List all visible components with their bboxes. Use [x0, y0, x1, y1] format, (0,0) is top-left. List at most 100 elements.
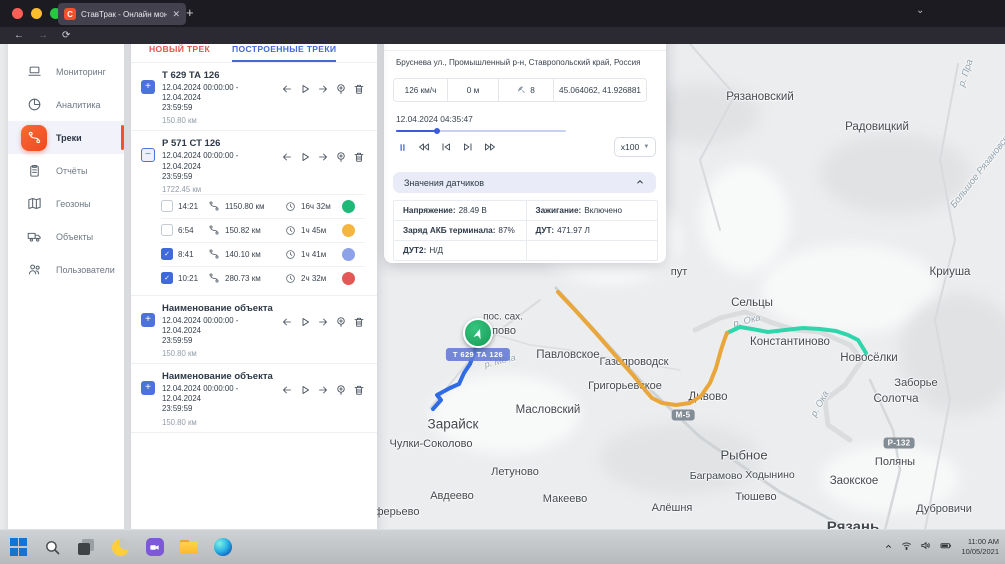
delete-track-button[interactable]: [353, 83, 365, 125]
fast-forward-icon[interactable]: [484, 140, 496, 158]
go-track-start-button[interactable]: [281, 316, 293, 358]
back-icon[interactable]: ←: [14, 30, 24, 41]
focus-track-button[interactable]: [335, 384, 347, 426]
close-window-button[interactable]: [12, 8, 23, 19]
play-track-button[interactable]: [299, 151, 311, 193]
go-track-end-button[interactable]: [317, 83, 329, 125]
go-track-start-button[interactable]: [281, 151, 293, 193]
monitoring-icon: [21, 59, 47, 85]
track-item-actions: [281, 83, 365, 125]
sidebar-item-геозоны[interactable]: Геозоны: [8, 187, 124, 220]
taskbar-button[interactable]: [178, 537, 199, 558]
segment-checkbox-checked[interactable]: ✓: [161, 248, 173, 260]
track-list-item: −Р 571 СТ 12612.04.2024 00:00:00 - 12.04…: [131, 131, 377, 295]
taskbar-button[interactable]: [212, 537, 233, 558]
go-track-end-button[interactable]: [317, 384, 329, 426]
moon-app-icon[interactable]: [112, 539, 129, 556]
segment-checkbox-checked[interactable]: ✓: [161, 272, 173, 284]
track-segment-row: ✓8:41140.10 км1ч 41м: [161, 242, 365, 266]
segment-color-dot[interactable]: [342, 224, 355, 237]
minimize-window-button[interactable]: [31, 8, 42, 19]
taskbar-button[interactable]: [8, 537, 29, 558]
new-tab-button[interactable]: +: [186, 5, 194, 20]
segment-color-dot[interactable]: [342, 272, 355, 285]
track-name: Т 629 ТА 126: [162, 70, 274, 81]
playback-speed-select[interactable]: x100▼: [614, 137, 656, 157]
focus-track-button[interactable]: [335, 316, 347, 358]
track-item-actions: [281, 151, 365, 193]
step-forward-icon[interactable]: [462, 140, 474, 158]
track-segment-row: ✓10:21280.73 км2ч 32м: [161, 266, 365, 290]
slider-handle[interactable]: [434, 128, 440, 134]
track-name: Наименование объекта: [162, 371, 274, 382]
video-chat-icon[interactable]: [146, 538, 164, 556]
go-track-end-button[interactable]: [317, 151, 329, 193]
focus-track-button[interactable]: [335, 83, 347, 125]
users-icon: [21, 257, 47, 283]
windows-start-icon[interactable]: [10, 538, 28, 556]
taskbar-button[interactable]: [76, 537, 97, 558]
step-back-icon[interactable]: [440, 140, 452, 158]
playback-slider[interactable]: [396, 129, 566, 132]
edge-browser-icon[interactable]: [214, 538, 232, 556]
tab-new-track[interactable]: НОВЫЙ ТРЕК: [149, 44, 210, 62]
volume-icon[interactable]: [920, 538, 931, 556]
forward-icon[interactable]: →: [38, 30, 48, 41]
pause-icon[interactable]: [397, 140, 408, 158]
delete-track-button[interactable]: [353, 316, 365, 358]
satellites-value: 8: [530, 86, 535, 95]
expand-track-icon[interactable]: +: [141, 381, 155, 395]
sidebar-item-отчёты[interactable]: Отчёты: [8, 154, 124, 187]
sidebar-item-мониторинг[interactable]: Мониторинг: [8, 55, 124, 88]
sidebar-item-треки[interactable]: Треки: [8, 121, 124, 154]
tab-close-icon[interactable]: ✕: [172, 9, 180, 20]
taskbar-button[interactable]: [110, 537, 131, 558]
rewind-icon[interactable]: [418, 140, 430, 158]
track-distance: 150.80 км: [162, 116, 274, 125]
browser-tabstrip: С СтавТрак - Онлайн мониторин ✕ + ⌄: [0, 0, 1005, 27]
play-track-button[interactable]: [299, 83, 311, 125]
track-item-texts: Наименование объекта12.04.2024 00:00:00 …: [162, 303, 274, 358]
segment-color-dot[interactable]: [342, 200, 355, 213]
vehicle-marker[interactable]: [463, 318, 493, 348]
taskbar-button[interactable]: [42, 537, 63, 558]
taskbar-button[interactable]: [144, 537, 165, 558]
sidebar-item-аналитика[interactable]: Аналитика: [8, 88, 124, 121]
delete-track-button[interactable]: [353, 151, 365, 193]
taskbar-clock[interactable]: 11:00 AM 10/05/2021: [961, 537, 999, 557]
tab-list-chevron-icon[interactable]: ⌄: [916, 5, 924, 16]
track-segment-row: 6:54150.82 км1ч 45м: [161, 218, 365, 242]
route-icon: [208, 200, 220, 212]
go-track-end-button[interactable]: [317, 316, 329, 358]
segment-checkbox[interactable]: [161, 224, 173, 236]
expand-track-icon[interactable]: +: [141, 313, 155, 327]
sidebar-item-пользователи[interactable]: Пользователи: [8, 253, 124, 286]
window-controls[interactable]: [12, 8, 61, 19]
task-view-icon[interactable]: [78, 539, 95, 556]
tab-built-tracks[interactable]: ПОСТРОЕННЫЕ ТРЕКИ: [232, 44, 336, 62]
sensors-section-header[interactable]: Значения датчиков: [393, 172, 656, 193]
go-track-start-button[interactable]: [281, 384, 293, 426]
segment-color-dot[interactable]: [342, 248, 355, 261]
play-track-button[interactable]: [299, 384, 311, 426]
collapse-track-icon[interactable]: −: [141, 148, 155, 162]
go-track-start-button[interactable]: [281, 83, 293, 125]
expand-track-icon[interactable]: +: [141, 80, 155, 94]
battery-icon[interactable]: [939, 538, 953, 556]
play-track-button[interactable]: [299, 316, 311, 358]
track-item-texts: Наименование объекта12.04.2024 00:00:00 …: [162, 371, 274, 426]
delete-track-button[interactable]: [353, 384, 365, 426]
track-item-row: −Р 571 СТ 12612.04.2024 00:00:00 - 12.04…: [141, 138, 365, 193]
tray-chevron-icon[interactable]: [884, 538, 893, 556]
file-explorer-icon[interactable]: [180, 540, 198, 554]
wifi-icon[interactable]: [901, 538, 912, 556]
track-list-item: + Наименование объекта12.04.2024 00:00:00…: [131, 364, 377, 432]
reload-icon[interactable]: ⟳: [62, 30, 70, 41]
vehicle-track-bubble[interactable]: Т 629 ТА 126: [446, 348, 510, 361]
track-item-texts: Т 629 ТА 12612.04.2024 00:00:00 - 12.04.…: [162, 70, 274, 125]
focus-track-button[interactable]: [335, 151, 347, 193]
segment-checkbox[interactable]: [161, 200, 173, 212]
sidebar-item-объекты[interactable]: Объекты: [8, 220, 124, 253]
search-icon[interactable]: [44, 539, 61, 556]
browser-tab[interactable]: С СтавТрак - Онлайн мониторин ✕: [58, 3, 186, 25]
